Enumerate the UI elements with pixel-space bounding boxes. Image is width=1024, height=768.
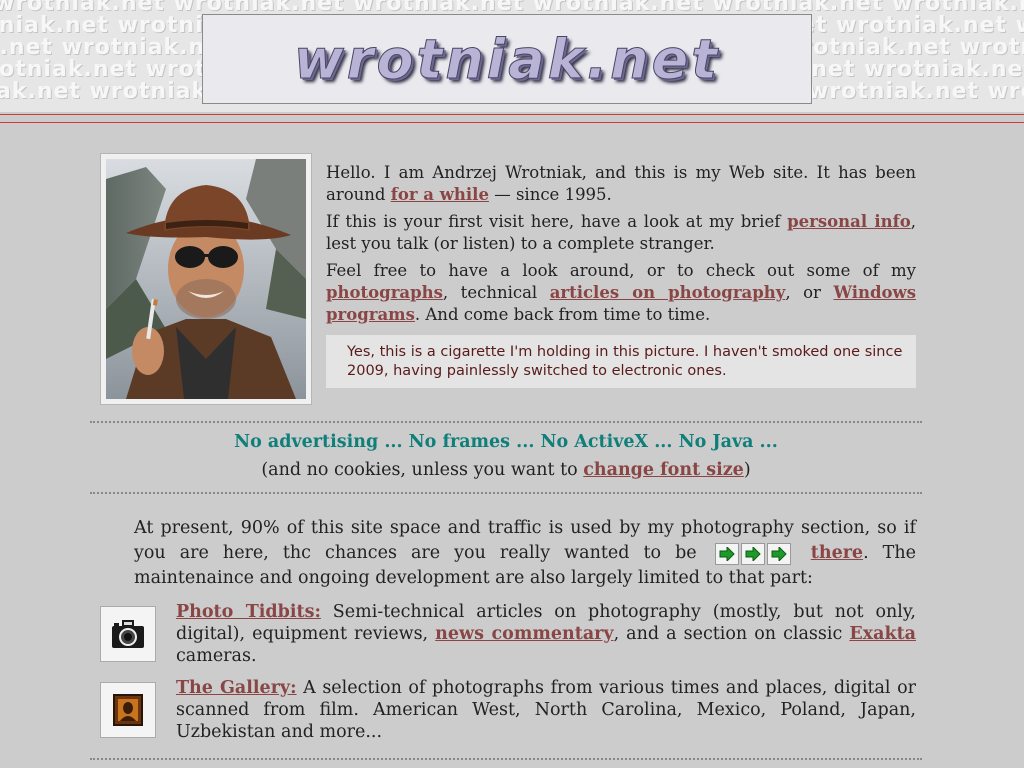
cookies-text: (and no cookies, unless you want to [261,460,584,480]
site-header: wrotniak.net wrotniak.net wrotniak.net w… [0,0,1024,112]
cookies-line: (and no cookies, unless you want to chan… [90,460,922,480]
portrait-frame [100,153,312,405]
news-commentary-link[interactable]: news commentary [435,624,613,644]
arrow-right-icon[interactable] [740,542,765,565]
gallery-section: The Gallery: A selection of photographs … [176,677,916,743]
dotted-divider [90,421,922,423]
header-rule [0,114,1024,115]
present-text: At present, 90% of this site space and t… [134,518,916,563]
intro-text-span: If this is your first visit here, have a… [326,212,788,231]
for-a-while-link[interactable]: for a while [391,185,489,204]
cigarette-note: Yes, this is a cigarette I'm holding in … [326,335,916,388]
change-font-size-link[interactable]: change font size [583,460,744,480]
logo-box[interactable]: wrotniak.net [202,14,812,104]
arrow-right-icon[interactable] [714,542,739,565]
cookies-text: ) [743,460,751,480]
dotted-divider [90,758,922,760]
intro-text: Hello. I am Andrzej Wrotniak, and this i… [326,162,916,331]
gallery-link[interactable]: The Gallery: [176,678,297,698]
arrow-buttons[interactable] [714,541,793,566]
intro-text-span: — since 1995. [488,185,612,204]
intro-paragraph: Feel free to have a look around, or to c… [326,260,916,326]
photographs-link[interactable]: photographs [326,283,443,302]
intro-paragraph: If this is your first visit here, have a… [326,211,916,255]
photo-tidbits-section: Photo Tidbits: Semi-technical articles o… [176,601,916,667]
there-link[interactable]: there [811,543,863,563]
no-advertising-slogan: No advertising ... No frames ... No Acti… [234,432,778,452]
portrait-photo [106,159,306,399]
arrow-right-icon[interactable] [766,542,791,565]
exakta-link[interactable]: Exakta [849,624,916,644]
intro-text-span: Feel free to have a look around, or to c… [326,261,916,280]
intro-paragraph: Hello. I am Andrzej Wrotniak, and this i… [326,162,916,206]
articles-link[interactable]: articles on photography [550,283,786,302]
personal-info-link[interactable]: personal info [787,212,911,231]
section-text: , and a section on classic [613,624,850,644]
site-logo: wrotniak.net [293,27,721,91]
camera-icon[interactable] [100,606,156,662]
header-rule [0,122,1024,123]
section-text: cameras. [176,646,257,666]
intro-text-span: . And come back from time to time. [414,305,711,324]
intro-text-span: , or [785,283,834,302]
intro-text-span: , technical [442,283,550,302]
framed-picture-icon[interactable] [100,682,156,738]
present-paragraph: At present, 90% of this site space and t… [134,516,916,591]
photo-tidbits-link[interactable]: Photo Tidbits: [176,602,321,622]
dotted-divider [90,492,922,494]
